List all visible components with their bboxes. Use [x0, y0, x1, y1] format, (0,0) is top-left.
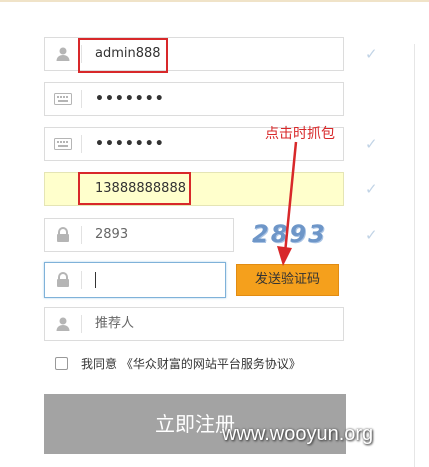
password-field[interactable]: ••••••• — [44, 82, 344, 116]
check-icon: ✓ — [365, 135, 378, 153]
lock-icon — [45, 263, 81, 297]
agreement-row[interactable]: 我同意 《华众财富的网站平台服务协议》 — [55, 354, 301, 372]
referrer-placeholder: 推荐人 — [95, 316, 135, 331]
text-cursor — [95, 271, 96, 288]
sms-code-field[interactable] — [44, 262, 226, 298]
field-separator — [81, 315, 82, 333]
keyboard-icon — [45, 128, 81, 160]
highlight-box-phone — [78, 172, 191, 205]
field-separator — [81, 90, 82, 108]
top-divider — [0, 0, 429, 2]
keyboard-icon — [45, 83, 81, 115]
field-separator — [81, 271, 82, 289]
password-value: ••••••• — [95, 91, 165, 107]
confirm-password-value: ••••••• — [95, 136, 165, 152]
referrer-field[interactable]: 推荐人 — [44, 307, 344, 341]
lock-icon — [45, 219, 81, 251]
field-separator — [81, 135, 82, 153]
check-icon: ✓ — [365, 226, 378, 244]
send-code-button[interactable]: 发送验证码 — [236, 264, 339, 296]
user-icon — [45, 308, 81, 340]
captcha-field[interactable]: 2893 — [44, 218, 234, 252]
captcha-value: 2893 — [95, 227, 129, 242]
annotation-arrow-icon — [277, 141, 298, 266]
user-icon — [45, 38, 81, 70]
highlight-box-username — [78, 38, 168, 73]
check-icon: ✓ — [365, 180, 378, 198]
field-separator — [81, 226, 82, 244]
side-divider — [414, 44, 415, 467]
agreement-text[interactable]: 我同意 《华众财富的网站平台服务协议》 — [81, 355, 301, 372]
watermark: www.wooyun.org — [222, 423, 374, 445]
sms-code-value — [95, 263, 96, 297]
check-icon: ✓ — [365, 45, 378, 63]
agreement-checkbox[interactable] — [55, 356, 68, 370]
